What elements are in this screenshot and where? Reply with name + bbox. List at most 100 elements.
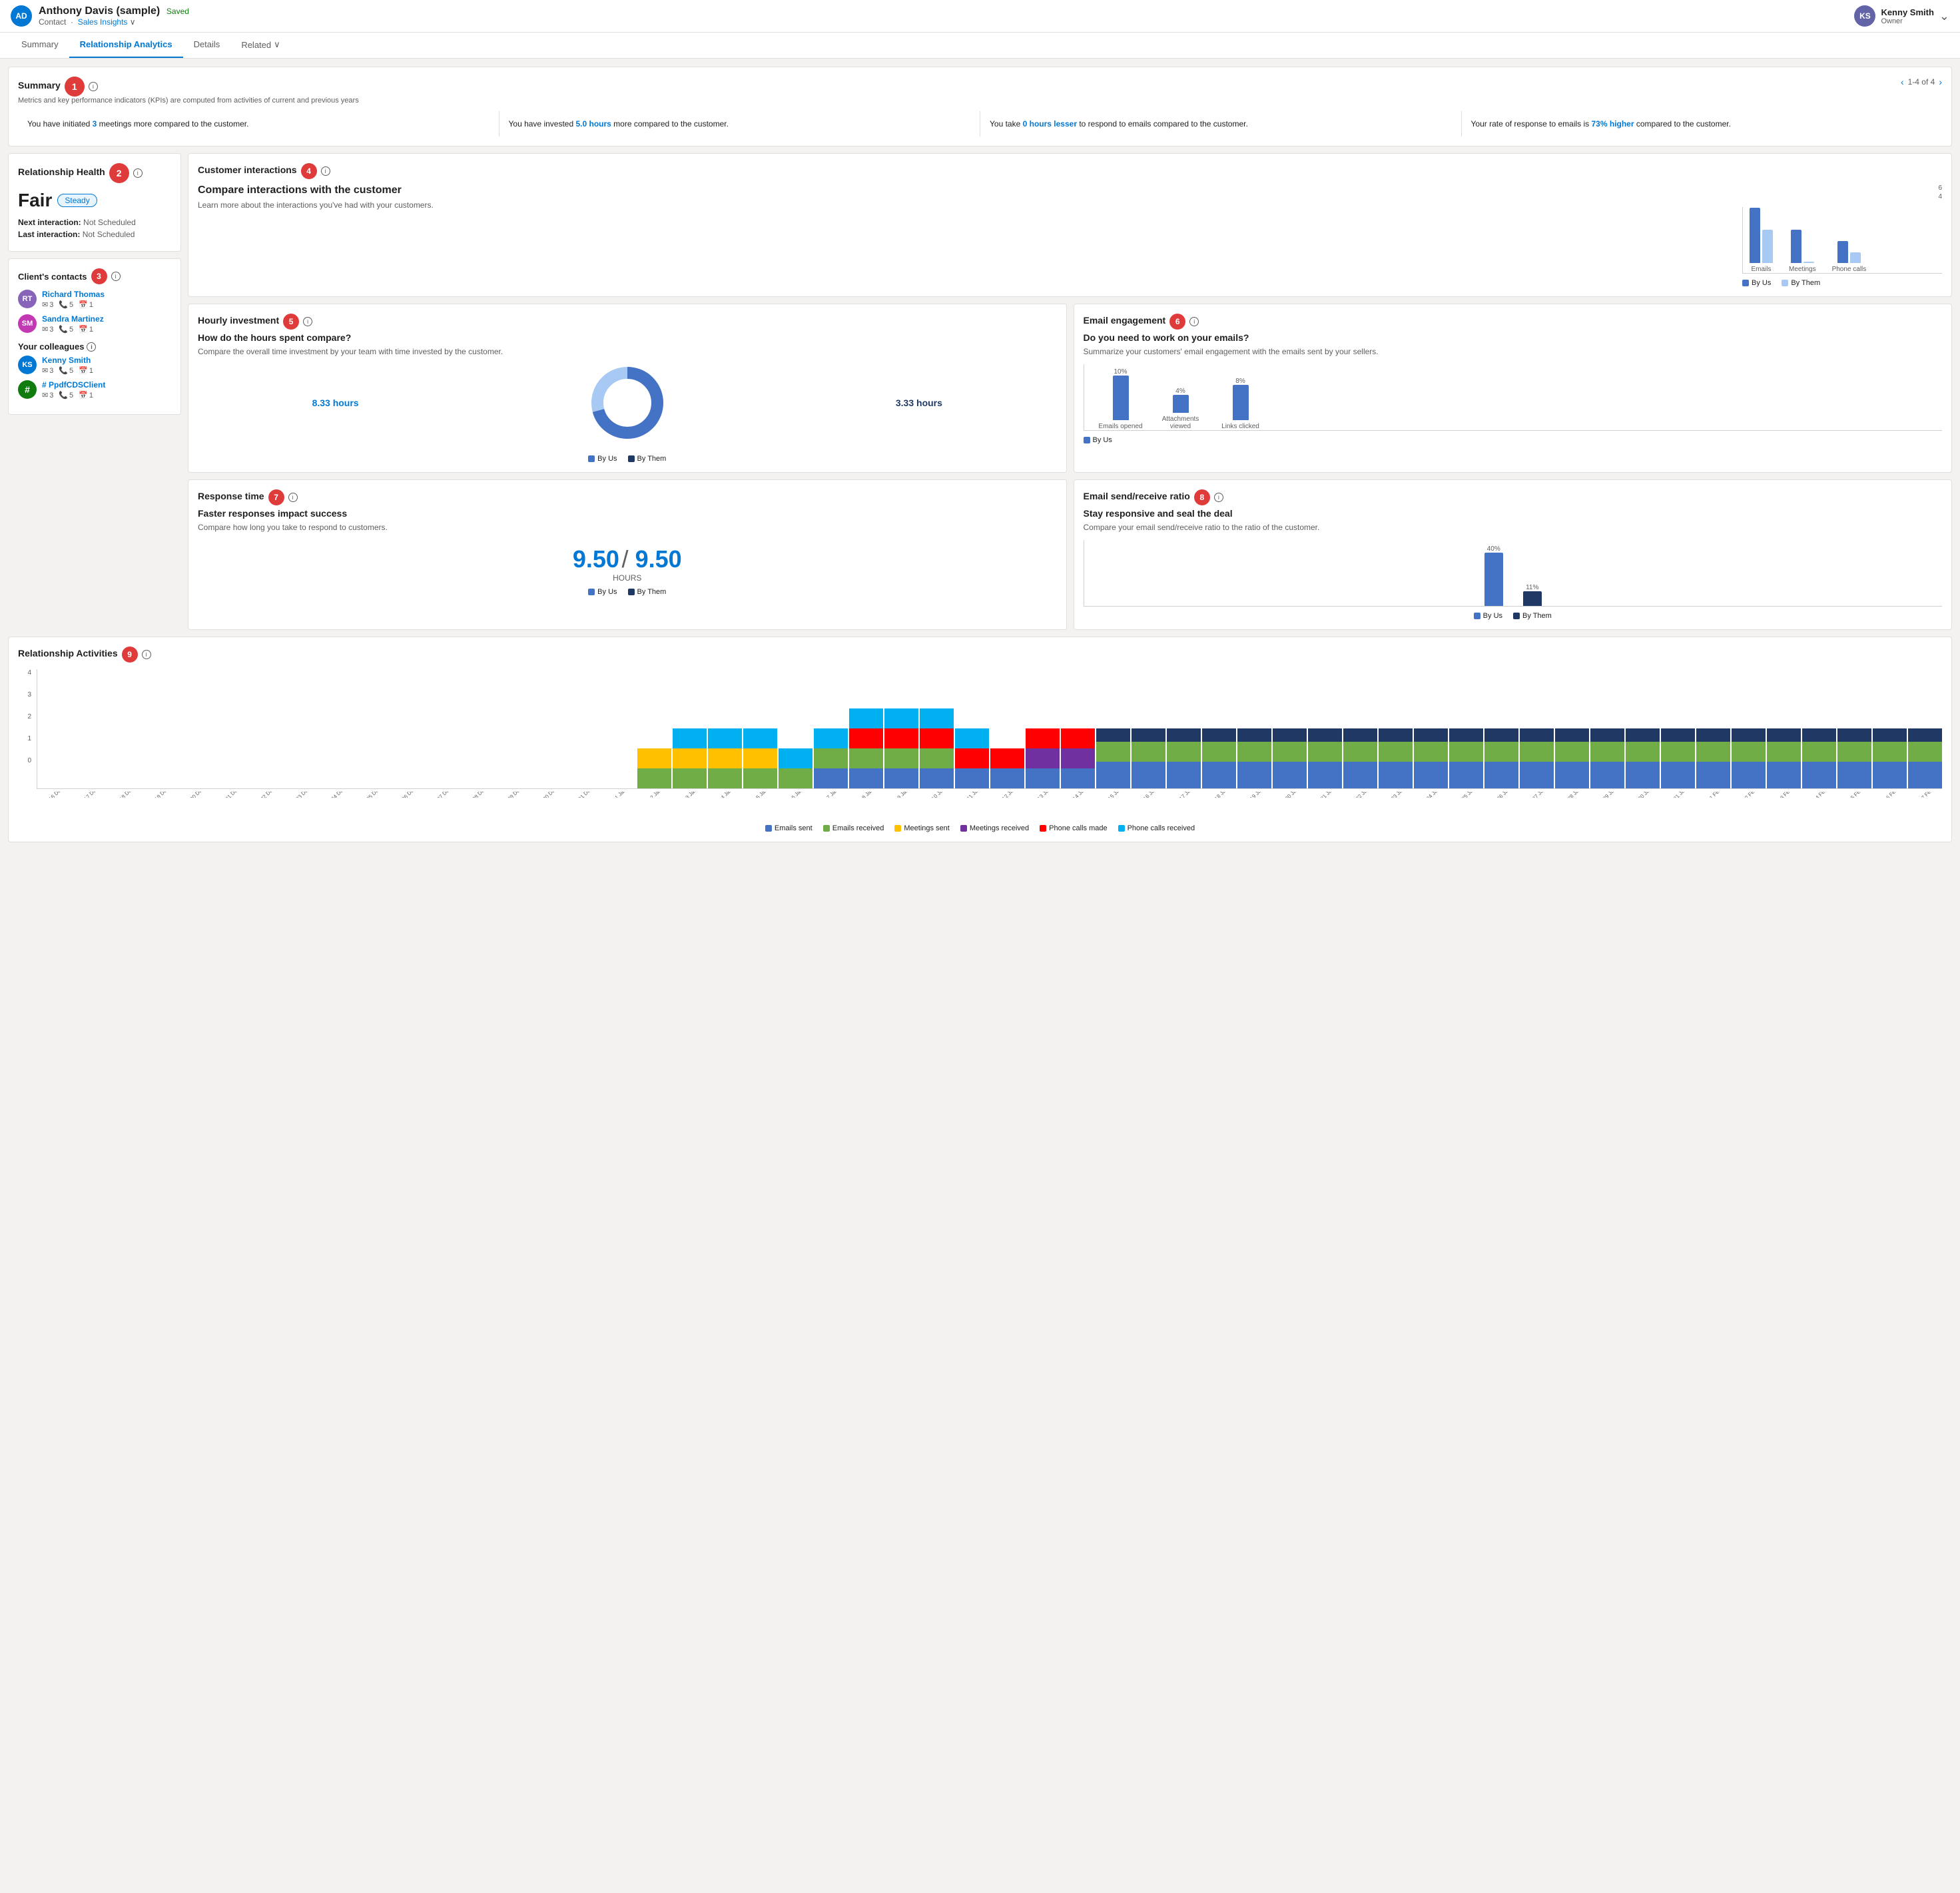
stacked-bar[interactable]	[743, 728, 777, 788]
stacked-bar[interactable]	[1908, 728, 1942, 788]
stacked-bar[interactable]	[1520, 728, 1554, 788]
stacked-bar[interactable]	[1873, 728, 1907, 788]
tab-related[interactable]: Related ∨	[230, 33, 290, 58]
bottom-grid-2: Response time 7 i Faster responses impac…	[188, 479, 1952, 637]
stacked-bar[interactable]	[1379, 728, 1413, 788]
x-label: 30 Jan	[1630, 792, 1658, 798]
legend-dot-hourly-them	[628, 455, 635, 462]
legend-dot-ratio-us	[1474, 613, 1480, 619]
x-label: 1 Jan	[607, 792, 635, 798]
interactions-chart-subtitle: Learn more about the interactions you've…	[198, 200, 1733, 210]
bar-links-clicked	[1233, 385, 1249, 420]
stacked-bar[interactable]	[1590, 728, 1624, 788]
owner-avatar: KS	[1854, 5, 1875, 27]
stacked-bar[interactable]	[1767, 728, 1801, 788]
x-label: 2 Jan	[642, 792, 670, 798]
stacked-bar[interactable]	[1132, 728, 1165, 788]
stacked-bar[interactable]	[1661, 728, 1695, 788]
stacked-bar[interactable]	[1237, 728, 1271, 788]
header-right: KS Kenny Smith Owner ⌄	[1854, 5, 1949, 27]
nav-tabs: Summary Relationship Analytics Details R…	[0, 33, 1960, 59]
x-label: 26 Jan	[1489, 792, 1517, 798]
nav-prev-icon[interactable]: ‹	[1901, 77, 1904, 87]
kpi-item-4: Your rate of response to emails is 73% h…	[1461, 111, 1943, 136]
owner-role: Owner	[1881, 17, 1933, 25]
user-avatar: AD	[11, 5, 32, 27]
stacked-bar[interactable]	[990, 748, 1024, 788]
contact-name-rt[interactable]: Richard Thomas	[42, 290, 105, 299]
stacked-bar[interactable]	[708, 728, 742, 788]
stacked-bar[interactable]	[673, 728, 707, 788]
contact-stats-sm: ✉ 3 📞 5 📅 1	[42, 325, 104, 334]
bar-label-calls: Phone calls	[1832, 266, 1867, 273]
stacked-bar[interactable]	[1167, 728, 1201, 788]
stacked-bar[interactable]	[1449, 728, 1483, 788]
bar-emails-them	[1762, 230, 1773, 263]
activities-title: Relationship Activities	[18, 648, 118, 659]
stacked-bar[interactable]	[637, 748, 671, 788]
email-eng-label-2: Attachments viewed	[1157, 415, 1204, 430]
step-badge-8: 8	[1194, 489, 1210, 505]
legend-dot-resp-them	[628, 589, 635, 595]
summary-info-icon[interactable]: i	[89, 82, 98, 91]
stacked-bar[interactable]	[1308, 728, 1342, 788]
stacked-bar[interactable]	[1626, 728, 1660, 788]
clients-info-icon[interactable]: i	[111, 272, 121, 281]
tab-details[interactable]: Details	[183, 33, 231, 58]
stacked-bar[interactable]	[1061, 728, 1095, 788]
x-label: 20 Dec	[183, 792, 211, 798]
stacked-bar[interactable]	[1732, 728, 1766, 788]
x-label: 4 Jan	[713, 792, 741, 798]
interactions-chart: 6 4 Emails	[1742, 184, 1942, 287]
ratio-info-icon[interactable]: i	[1214, 493, 1223, 502]
stacked-bar[interactable]	[1096, 728, 1130, 788]
interactions-info-icon[interactable]: i	[321, 166, 330, 176]
stacked-bar[interactable]	[1484, 728, 1518, 788]
owner-info: Kenny Smith Owner	[1881, 7, 1933, 25]
stacked-bar[interactable]	[920, 708, 954, 788]
stacked-bar[interactable]	[1273, 728, 1307, 788]
clients-contacts-card: Client's contacts 3 i RT Richard Thomas …	[8, 258, 181, 415]
contact-name-sm[interactable]: Sandra Martinez	[42, 314, 104, 324]
stacked-bar[interactable]	[1696, 728, 1730, 788]
main-two-col: Relationship Health 2 i Fair Steady Next…	[8, 153, 1952, 637]
hourly-legend: By Us By Them	[198, 455, 1057, 463]
colleagues-info-icon[interactable]: i	[87, 342, 96, 352]
stacked-bar[interactable]	[1802, 728, 1836, 788]
stacked-bar[interactable]	[779, 748, 813, 788]
email-eng-info-icon[interactable]: i	[1189, 317, 1199, 326]
bar-label-emails: Emails	[1751, 266, 1771, 273]
left-col: Relationship Health 2 i Fair Steady Next…	[8, 153, 181, 637]
stacked-bar[interactable]	[1414, 728, 1448, 788]
contact-name-hash[interactable]: # PpdfCDSClient	[42, 380, 105, 390]
stacked-bar[interactable]	[849, 708, 883, 788]
x-label: 23 Dec	[289, 792, 317, 798]
step-badge-4: 4	[301, 163, 317, 179]
stacked-bar[interactable]	[955, 728, 989, 788]
stacked-bar[interactable]	[884, 708, 918, 788]
hours-us-label: 8.33 hours	[312, 398, 359, 408]
tab-relationship-analytics[interactable]: Relationship Analytics	[69, 33, 183, 58]
nav-next-icon[interactable]: ›	[1939, 77, 1942, 87]
avatar-ks: KS	[18, 356, 37, 374]
tab-summary[interactable]: Summary	[11, 33, 69, 58]
stacked-bar[interactable]	[1343, 728, 1377, 788]
response-legend: By Us By Them	[198, 588, 1057, 596]
contact-name-ks[interactable]: Kenny Smith	[42, 356, 93, 365]
app-link[interactable]: Sales Insights	[78, 17, 128, 27]
stacked-bar[interactable]	[814, 728, 848, 788]
kpi-item-2: You have invested 5.0 hours more compare…	[499, 111, 980, 136]
stacked-bar[interactable]	[1555, 728, 1589, 788]
response-info-icon[interactable]: i	[288, 493, 298, 502]
email-eng-pct-1: 10%	[1114, 368, 1127, 376]
hourly-info-icon[interactable]: i	[303, 317, 312, 326]
summary-card: Summary 1 i Metrics and key performance …	[8, 67, 1952, 146]
activities-info-icon[interactable]: i	[142, 650, 151, 659]
health-info-icon[interactable]: i	[133, 168, 143, 178]
stacked-bar[interactable]	[1837, 728, 1871, 788]
x-label: 23 Jan	[1383, 792, 1411, 798]
bar-meetings-us	[1791, 230, 1801, 263]
stacked-bar[interactable]	[1026, 728, 1060, 788]
header-expand-icon[interactable]: ⌄	[1939, 9, 1949, 23]
stacked-bar[interactable]	[1202, 728, 1236, 788]
